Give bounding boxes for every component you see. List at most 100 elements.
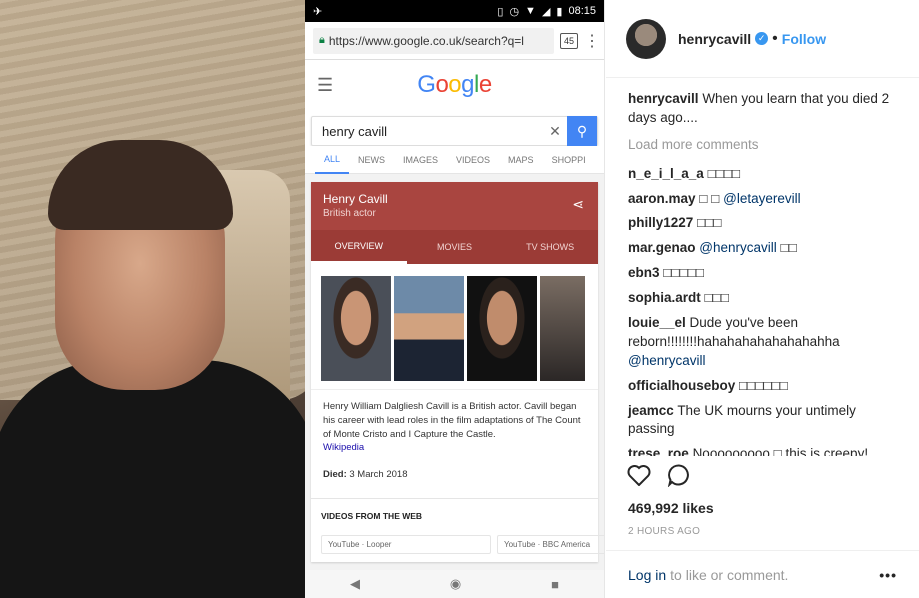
- kp-image[interactable]: [394, 276, 464, 381]
- separator-dot: •: [772, 29, 778, 47]
- kp-description: Henry William Dalgliesh Cavill is a Brit…: [311, 389, 598, 466]
- kp-name: Henry Cavill: [323, 192, 388, 206]
- comment-text: □□□□□: [663, 265, 705, 281]
- tab-news[interactable]: NEWS: [349, 146, 394, 174]
- comment-user[interactable]: philly1227: [628, 215, 693, 230]
- url-field[interactable]: 🔒︎ https://www.google.co.uk/search?q=l: [313, 27, 554, 54]
- kp-tabs: OVERVIEW MOVIES TV SHOWS: [311, 230, 598, 264]
- comment-user[interactable]: sophia.ardt: [628, 290, 701, 305]
- comment: mar.genao @henrycavill □□: [628, 239, 899, 258]
- search-box: henry cavill ✕ ⚲: [311, 116, 598, 146]
- lock-icon: 🔒︎: [319, 34, 325, 46]
- comment-mention[interactable]: @letayerevill: [723, 191, 800, 206]
- videos-heading: VIDEOS FROM THE WEB: [311, 498, 598, 528]
- comment-mention[interactable]: @henrycavill: [699, 240, 776, 255]
- comment: louie__el Dude you've been reborn!!!!!!!…: [628, 314, 899, 371]
- status-time: 08:15: [568, 5, 596, 17]
- username-link[interactable]: henrycavill: [678, 31, 751, 47]
- more-options-icon[interactable]: •••: [879, 567, 897, 583]
- comment-user[interactable]: n_e_i_l_a_a: [628, 166, 704, 181]
- post-timestamp: 2 HOURS AGO: [628, 526, 701, 537]
- login-row: Log in to like or comment. •••: [606, 550, 919, 598]
- video-card[interactable]: YouTube · BBC America: [497, 535, 604, 555]
- signal-icon: ◢: [541, 5, 551, 18]
- search-row: henry cavill ✕ ⚲: [305, 110, 604, 146]
- kp-image[interactable]: [321, 276, 391, 381]
- instagram-post-view: ✈ ▯ ◷ ▼ ◢ ▮ 08:15 🔒︎ https://www.google.…: [0, 0, 919, 598]
- clear-icon[interactable]: ✕: [543, 123, 567, 140]
- post-photo[interactable]: [0, 0, 305, 598]
- comment: sophia.ardt □□□: [628, 289, 899, 308]
- comment-user[interactable]: mar.genao: [628, 240, 696, 255]
- comment-user[interactable]: trese_roe: [628, 446, 689, 456]
- back-icon[interactable]: ◀: [350, 576, 360, 592]
- kp-died-row: Died: 3 March 2018: [311, 465, 598, 493]
- tab-shopping[interactable]: SHOPPI: [543, 146, 595, 174]
- photo-shirt: [0, 360, 305, 598]
- video-card[interactable]: YouTube · Looper: [321, 535, 491, 555]
- comment-user[interactable]: officialhouseboy: [628, 378, 735, 393]
- comment: n_e_i_l_a_a □□□□: [628, 165, 899, 184]
- comment-text: □□□: [704, 290, 729, 306]
- url-text: https://www.google.co.uk/search?q=l: [328, 33, 524, 48]
- battery-icon: ▮: [556, 5, 563, 18]
- post-header: henrycavill ✓ • Follow: [606, 0, 919, 78]
- comment-text: □□: [780, 240, 797, 256]
- follow-button[interactable]: Follow: [782, 31, 826, 47]
- comments-list[interactable]: henrycavill When you learn that you died…: [606, 78, 919, 456]
- google-logo: Google: [417, 71, 492, 98]
- heart-icon[interactable]: [626, 462, 652, 488]
- caption-user[interactable]: henrycavill: [628, 91, 699, 106]
- comment-user[interactable]: aaron.may: [628, 191, 696, 206]
- tab-maps[interactable]: MAPS: [499, 146, 543, 174]
- android-nav-bar: ◀ ◉ ■: [305, 570, 604, 598]
- comment-user[interactable]: jeamcc: [628, 403, 674, 418]
- login-link[interactable]: Log in: [628, 567, 666, 583]
- search-button[interactable]: ⚲: [567, 116, 597, 146]
- phone-screenshot: ✈ ▯ ◷ ▼ ◢ ▮ 08:15 🔒︎ https://www.google.…: [305, 0, 605, 598]
- comment: aaron.may □ □ @letayerevill: [628, 190, 899, 209]
- kp-died-label: Died:: [323, 469, 347, 481]
- kebab-menu-icon[interactable]: ⋮: [584, 31, 600, 51]
- share-icon[interactable]: ⋖: [572, 196, 584, 213]
- comment: officialhouseboy □□□□□□: [628, 377, 899, 396]
- login-suffix: to like or comment.: [670, 566, 789, 583]
- kp-image-strip: [311, 264, 598, 389]
- verified-badge-icon: ✓: [755, 32, 769, 45]
- kp-image[interactable]: [467, 276, 537, 381]
- comment-text: □ □: [699, 190, 720, 206]
- comment: philly1227 □□□: [628, 214, 899, 233]
- video-cards: YouTube · Looper YouTube · BBC America: [311, 527, 604, 563]
- kp-died-value: 3 March 2018: [346, 469, 408, 481]
- recents-icon[interactable]: ■: [551, 577, 559, 592]
- comment-user[interactable]: louie__el: [628, 315, 686, 330]
- avatar[interactable]: [626, 18, 666, 59]
- tab-count-button[interactable]: 45: [560, 32, 578, 49]
- load-more-comments[interactable]: Load more comments: [628, 136, 899, 155]
- tab-videos[interactable]: VIDEOS: [447, 146, 499, 174]
- comment-user[interactable]: ebn3: [628, 265, 660, 280]
- wikipedia-link[interactable]: Wikipedia: [323, 441, 586, 455]
- status-bar: ✈ ▯ ◷ ▼ ◢ ▮ 08:15: [305, 0, 604, 22]
- post-actions: [626, 462, 692, 488]
- comment-text: □□□□□□: [739, 377, 788, 393]
- vibrate-icon: ▯: [497, 5, 504, 18]
- tab-images[interactable]: IMAGES: [394, 146, 447, 174]
- comment: trese_roe Nooooooooo □ this is creepy! G…: [628, 445, 899, 456]
- alarm-icon: ◷: [509, 5, 520, 18]
- kp-description-text: Henry William Dalgliesh Cavill is a Brit…: [323, 401, 581, 440]
- likes-count[interactable]: 469,992 likes: [628, 500, 714, 516]
- search-input[interactable]: henry cavill: [312, 124, 543, 139]
- kp-tab-movies[interactable]: MOVIES: [407, 230, 503, 264]
- comment-icon[interactable]: [666, 462, 692, 488]
- home-icon[interactable]: ◉: [450, 576, 461, 592]
- comment-mention[interactable]: @henrycavill: [628, 353, 705, 368]
- comment: ebn3 □□□□□: [628, 264, 899, 283]
- kp-image[interactable]: [540, 276, 585, 381]
- tab-all[interactable]: ALL: [315, 146, 350, 174]
- knowledge-panel: Henry Cavill British actor ⋖ OVERVIEW MO…: [311, 182, 604, 563]
- wifi-icon: ▼: [525, 5, 536, 17]
- kp-tab-overview[interactable]: OVERVIEW: [311, 230, 407, 264]
- comment: jeamcc The UK mourns your untimely passi…: [628, 402, 899, 440]
- kp-tab-tv-shows[interactable]: TV SHOWS: [502, 230, 598, 264]
